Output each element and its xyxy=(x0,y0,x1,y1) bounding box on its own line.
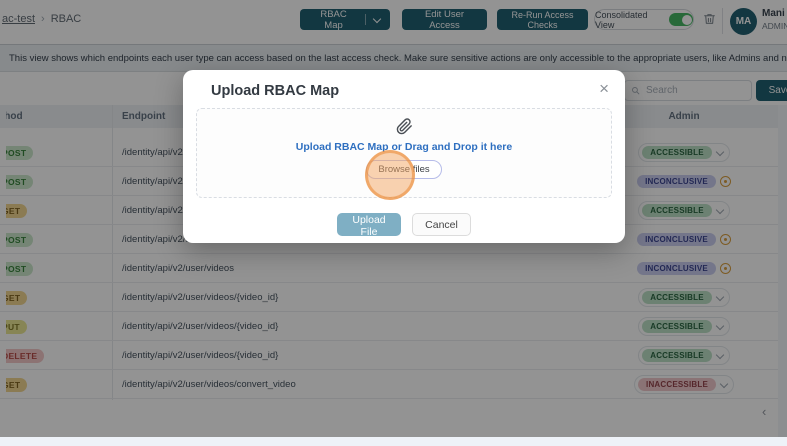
cancel-button[interactable]: Cancel xyxy=(412,213,471,236)
paperclip-icon xyxy=(396,118,413,136)
modal-actions: Upload File Cancel xyxy=(183,213,625,238)
bottom-strip xyxy=(0,437,787,446)
app: ac-test › RBAC RBAC Map Edit User Access… xyxy=(0,0,787,446)
click-highlight xyxy=(365,150,415,200)
modal-title: Upload RBAC Map xyxy=(211,83,340,99)
upload-file-button[interactable]: Upload File xyxy=(337,213,401,238)
dropzone-text: Upload RBAC Map or Drag and Drop it here xyxy=(295,141,513,153)
close-icon[interactable]: × xyxy=(597,78,611,99)
